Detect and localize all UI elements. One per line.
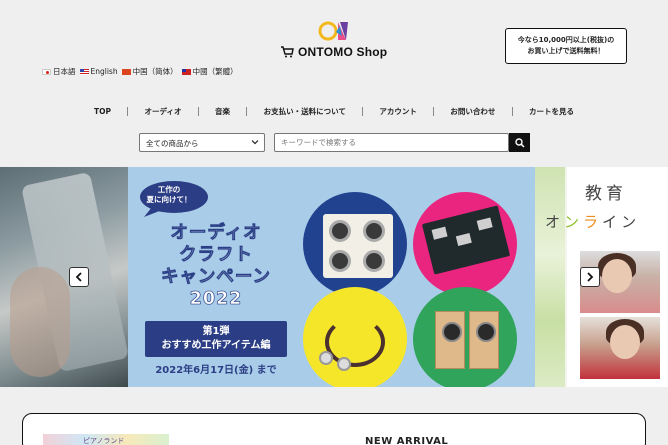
taiwan-flag-icon [181, 68, 191, 75]
cable-plug [337, 357, 351, 371]
lang-chinese-traditional[interactable]: 中國（繁體） [181, 66, 238, 77]
hand-image [10, 267, 70, 377]
site-logo[interactable]: ONTOMO Shop [280, 20, 392, 62]
campaign-title-line4: 2022 [189, 289, 243, 310]
campaign-title-line1: オーディオ [170, 223, 262, 244]
logo-mark-icon [318, 21, 348, 41]
phase-line2: おすすめ工作アイテム編 [161, 340, 271, 351]
face-shape [602, 259, 632, 293]
lang-label: English [90, 67, 118, 76]
nav-payment-shipping[interactable]: お支払い・送料について [258, 106, 352, 117]
wooden-speaker [469, 311, 499, 369]
campaign-phase: 第1弾 おすすめ工作アイテム編 [145, 321, 287, 357]
wooden-speaker [435, 311, 465, 369]
nav-top[interactable]: TOP [88, 107, 117, 116]
lang-japanese[interactable]: 日本語 [42, 66, 76, 77]
nav-contact[interactable]: お問い合わせ [444, 106, 501, 117]
search-icon [514, 137, 525, 148]
free-shipping-line1: 今なら10,000円以上(税抜)の [517, 36, 615, 44]
main-nav: TOP オーディオ 音楽 お支払い・送料について アカウント お問い合わせ カー… [88, 103, 580, 119]
us-flag-icon [79, 68, 89, 75]
teacher-photo [580, 317, 660, 379]
audio-cable [325, 317, 385, 367]
chevron-down-icon [251, 140, 259, 145]
online-char: ラ [583, 213, 603, 231]
nav-account[interactable]: アカウント [373, 106, 423, 117]
carousel-slide-campaign[interactable]: 工作の 夏に向けて！ オーディオ クラフト キャンペーン 2022 第1弾 おす… [128, 167, 535, 387]
free-shipping-line2: お買い上げで送料無料！ [527, 47, 605, 55]
nav-divider [246, 106, 248, 116]
japan-flag-icon [42, 68, 51, 75]
hero-carousel: 工作の 夏に向けて！ オーディオ クラフト キャンペーン 2022 第1弾 おす… [0, 167, 668, 387]
new-arrival-section: ピアノランド NEW ARRIVAL [22, 413, 646, 445]
phase-line1: 第1弾 [202, 326, 230, 337]
category-select-value: 全ての商品から [146, 139, 199, 148]
campaign-title-line2: クラフト [179, 245, 253, 266]
carousel-slide-next[interactable]: 教育 オンライン [535, 167, 668, 387]
board-chip [431, 226, 448, 240]
online-char: ン [621, 213, 641, 231]
online-char: ン [564, 213, 584, 231]
speaker-driver [363, 250, 385, 272]
campaign-deadline: 2022年6月17日(金) まで [155, 365, 277, 376]
chevron-left-icon [75, 272, 82, 282]
campaign-title: オーディオ クラフト キャンペーン 2022 [146, 222, 286, 310]
nav-audio[interactable]: オーディオ [139, 106, 188, 117]
china-flag-icon [121, 68, 131, 75]
nav-divider [127, 106, 129, 116]
search-button[interactable] [509, 133, 530, 152]
nav-music[interactable]: 音楽 [209, 106, 236, 117]
board-chip [455, 232, 472, 247]
nav-divider [511, 106, 513, 116]
online-char: オ [545, 213, 565, 231]
education-title: 教育 [585, 184, 627, 204]
bubble-line1: 工作の [157, 185, 181, 194]
cable-image [303, 287, 407, 387]
chevron-right-icon [587, 272, 594, 282]
nav-divider [362, 106, 364, 116]
speaker-panel [323, 214, 393, 278]
nav-divider [433, 106, 435, 116]
category-select[interactable]: 全ての商品から [139, 133, 265, 152]
product-thumbnail[interactable]: ピアノランド [43, 434, 169, 445]
amplifier-board-image [413, 192, 517, 296]
wooden-speakers-image [413, 287, 517, 387]
online-char: イ [602, 213, 622, 231]
thumbnail-text: ピアノランド [83, 437, 125, 445]
cart-icon [281, 46, 294, 58]
nav-view-cart[interactable]: カートを見る [523, 106, 580, 117]
face-shape [610, 325, 640, 359]
bubble-line2: 夏に向けて！ [146, 195, 192, 204]
section-title: NEW ARRIVAL [365, 436, 449, 445]
free-shipping-notice: 今なら10,000円以上(税抜)の お買い上げで送料無料！ [505, 28, 627, 64]
search-input[interactable] [274, 133, 509, 152]
speaker-driver [363, 220, 385, 242]
speaker-driver [329, 220, 351, 242]
lang-label: 中国（简体） [132, 67, 178, 76]
nav-divider [197, 106, 199, 116]
carousel-slide-previous[interactable] [0, 167, 129, 387]
lang-chinese-simplified[interactable]: 中国（简体） [121, 66, 178, 77]
bubble-text: 工作の 夏に向けて！ [142, 185, 196, 205]
lang-english[interactable]: English [79, 67, 118, 76]
page: ONTOMO Shop 今なら10,000円以上(税抜)の お買い上げで送料無料… [0, 0, 668, 445]
circuit-board [421, 205, 511, 275]
campaign-title-line3: キャンペーン [160, 267, 272, 288]
cable-plug [319, 351, 333, 365]
logo-text: ONTOMO Shop [298, 45, 388, 59]
board-chip [476, 217, 493, 231]
lang-label: 中國（繁體） [192, 67, 238, 76]
speaker-driver [329, 250, 351, 272]
language-selector: 日本語 English 中国（简体） 中國（繁體） [42, 66, 238, 77]
carousel-prev-button[interactable] [69, 267, 89, 287]
carousel-next-button[interactable] [580, 267, 600, 287]
speaker-kit-image [303, 192, 407, 296]
online-subtitle: オンライン [545, 211, 640, 232]
lang-label: 日本語 [53, 67, 76, 76]
leaf-decoration [535, 167, 565, 387]
